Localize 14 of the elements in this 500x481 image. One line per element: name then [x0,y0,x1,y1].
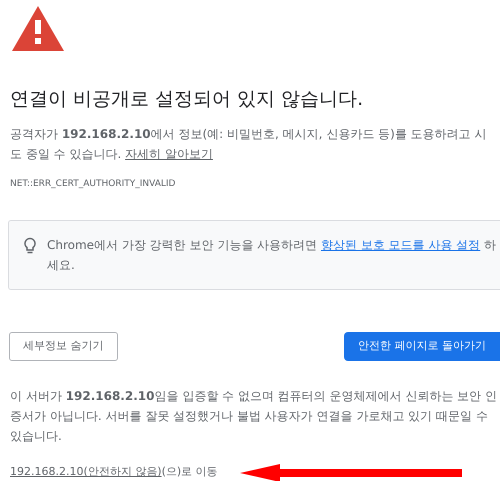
proceed-link[interactable]: 192.168.2.10(안전하지 않음) [10,465,162,478]
details-text: 이 서버가 192.168.2.10임을 입증할 수 없으며 컴퓨터의 운영체제에서 신뢰하는 보안 인증서가 아닙니다. 서버를 잘못 설정했거나 불법 사용자가 연결을 가로채고 있기 때문일 수 있습니다. [10,388,498,444]
warning-icon [10,4,66,52]
lightbulb-icon [23,236,37,254]
enhanced-protection-link[interactable]: 향상된 보호 모드를 사용 설정 [320,238,480,252]
intro-text: 공격자가 192.168.2.10에서 정보(예: 비밀번호, 메시지, 신용카드 등)를 도용하려고 시도 중일 수 있습니다. 자세히 알아보기 [10,126,488,163]
back-to-safety-button[interactable]: 안전한 페이지로 돌아가기 [344,332,500,360]
proceed-text: 192.168.2.10(안전하지 않음)(으)로 이동 [10,464,218,480]
page-heading: 연결이 비공개로 설정되어 있지 않습니다. [10,87,364,112]
hide-details-button[interactable]: 세부정보 숨기기 [9,332,118,360]
arrow-icon [240,464,462,481]
learn-more-link[interactable]: 자세히 알아보기 [125,147,213,161]
error-code: NET::ERR_CERT_AUTHORITY_INVALID [10,178,176,191]
tip-text: Chrome에서 가장 강력한 보안 기능을 사용하려면 향상된 보호 모드를 사용 설정 하세요. [47,236,498,274]
